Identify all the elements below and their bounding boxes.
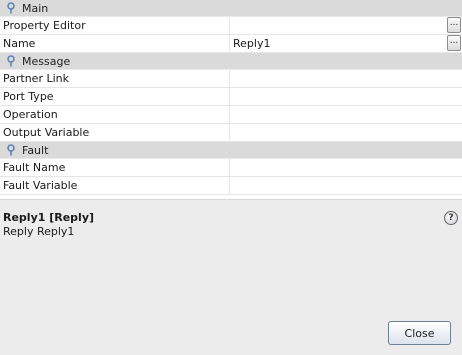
category-label: Main	[22, 1, 49, 15]
property-value[interactable]: Reply1 ...	[230, 35, 462, 52]
category-main[interactable]: Main	[0, 0, 462, 17]
property-name: Port Type	[0, 88, 230, 105]
property-value[interactable]	[230, 159, 462, 176]
property-name: Fault Variable	[0, 177, 230, 194]
category-message[interactable]: Message	[0, 53, 462, 70]
property-row-output-variable[interactable]: Output Variable	[0, 124, 462, 142]
property-name: Partner Link	[0, 70, 230, 87]
property-value[interactable]	[230, 177, 462, 194]
property-name: Output Variable	[0, 124, 230, 141]
pin-icon	[7, 144, 15, 156]
property-row-operation[interactable]: Operation	[0, 106, 462, 124]
property-row-name[interactable]: Name Reply1 ...	[0, 35, 462, 53]
property-name: Name	[0, 35, 230, 52]
category-fault[interactable]: Fault	[0, 142, 462, 159]
pin-icon	[7, 55, 15, 67]
property-row-fault-variable[interactable]: Fault Variable	[0, 177, 462, 195]
open-editor-button[interactable]: ...	[447, 35, 461, 51]
property-row-property-editor[interactable]: Property Editor ...	[0, 17, 462, 35]
help-title: Reply1 [Reply]	[3, 211, 95, 224]
property-row-fault-name[interactable]: Fault Name	[0, 159, 462, 177]
help-icon[interactable]: ?	[444, 211, 458, 225]
property-value[interactable]	[230, 106, 462, 123]
help-panel: Reply1 [Reply] Reply Reply1 ?	[0, 206, 462, 316]
property-row-partner-link[interactable]: Partner Link	[0, 70, 462, 88]
open-editor-button[interactable]: ...	[447, 17, 461, 33]
category-label: Fault	[22, 143, 49, 157]
pin-icon	[7, 2, 15, 14]
property-value[interactable]	[230, 70, 462, 87]
property-value[interactable]	[230, 124, 462, 141]
category-label: Message	[22, 54, 71, 68]
property-sheet: Main Property Editor ... Name Reply1 ...…	[0, 0, 462, 200]
property-value[interactable]: ...	[230, 17, 462, 34]
property-value-text: Reply1	[233, 37, 271, 50]
property-name: Operation	[0, 106, 230, 123]
property-name: Fault Name	[0, 159, 230, 176]
close-button[interactable]: Close	[388, 321, 451, 345]
property-value[interactable]	[230, 88, 462, 105]
property-name: Property Editor	[0, 17, 230, 34]
property-row-port-type[interactable]: Port Type	[0, 88, 462, 106]
help-description: Reply Reply1	[3, 225, 75, 238]
